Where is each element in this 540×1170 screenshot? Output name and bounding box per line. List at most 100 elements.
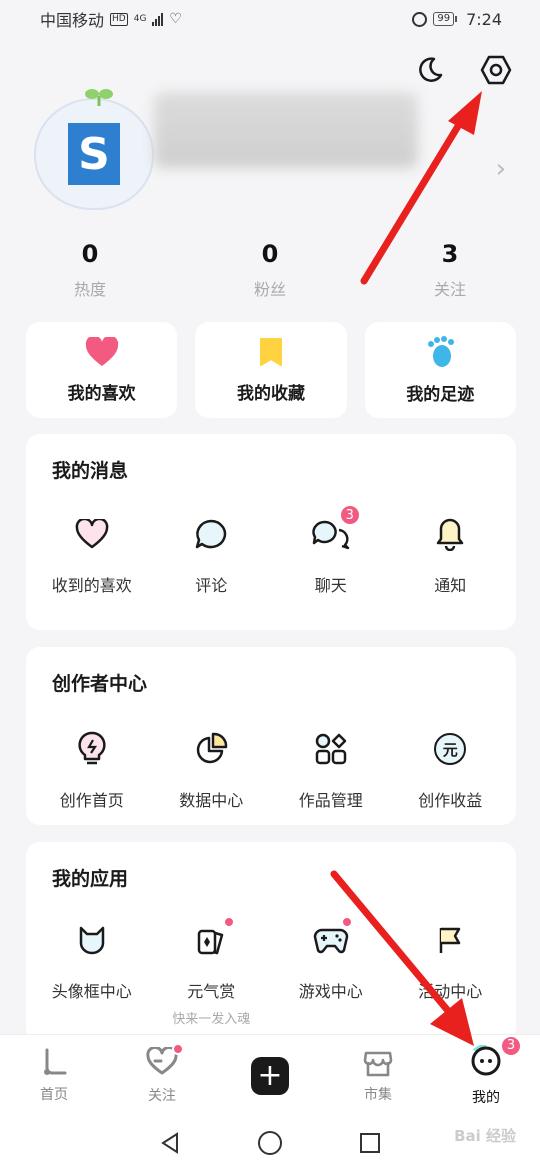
item-label: 活动中心 [418, 982, 483, 1001]
my-favorites-card[interactable]: 我的收藏 [195, 322, 347, 418]
username-blurred [154, 92, 418, 168]
profile-header[interactable]: S › [34, 82, 514, 212]
watermark: Bai 经验 [454, 1127, 516, 1145]
tab-me[interactable]: 3 我的 [432, 1034, 540, 1116]
health-heart-icon: ♡ [169, 11, 182, 27]
gamepad-icon [313, 928, 348, 954]
tab-label: 市集 [364, 1086, 392, 1103]
network-type: 4G [133, 14, 147, 24]
back-icon[interactable] [158, 1131, 182, 1155]
new-dot [223, 916, 236, 928]
chevron-right-icon[interactable]: › [496, 154, 506, 184]
footprint-icon [428, 335, 455, 367]
stat-label: 粉丝 [253, 280, 286, 299]
tab-publish[interactable]: + [216, 1035, 324, 1116]
item-label: 创作收益 [418, 791, 483, 810]
signal-icon [152, 12, 164, 26]
creator-panel: 创作者中心 创作首页 数据中心 作品管理 元 创作收益 [26, 647, 516, 825]
item-label: 评论 [195, 576, 228, 595]
stats-row: 0 热度 0 粉丝 3 关注 [0, 240, 540, 300]
me-face-icon [471, 1043, 501, 1075]
chat-item[interactable]: 3 聊天 [273, 504, 389, 596]
stat-label: 热度 [73, 280, 106, 299]
card-label: 我的足迹 [406, 384, 475, 405]
item-label: 创作首页 [59, 791, 124, 810]
bell-icon [437, 518, 464, 551]
bookmark-icon [259, 337, 282, 366]
tab-home[interactable]: 首页 [0, 1035, 108, 1116]
comment-icon [196, 519, 227, 549]
activity-center-item[interactable]: 活动中心 [392, 920, 508, 1027]
tab-label: 关注 [148, 1087, 176, 1104]
quick-links: 我的喜欢 我的收藏 我的足迹 [26, 322, 516, 418]
panel-title: 创作者中心 [52, 673, 148, 695]
game-center-item[interactable]: 游戏中心 [273, 916, 389, 1027]
battery-icon: 99 [433, 12, 457, 26]
cat-frame-icon [79, 926, 104, 955]
sprout-icon [85, 89, 113, 106]
item-label: 元气赏 [187, 982, 236, 1001]
new-dot [340, 916, 353, 928]
comments-item[interactable]: 评论 [153, 514, 269, 596]
item-label: 数据中心 [179, 791, 244, 810]
item-label: 收到的喜欢 [51, 576, 132, 595]
new-dot [172, 1042, 184, 1055]
flag-icon [440, 927, 461, 953]
card-label: 我的收藏 [236, 383, 305, 404]
bottom-tab-bar: 首页 关注 + 市集 3 我的 [0, 1034, 540, 1116]
panel-title: 我的应用 [52, 868, 129, 890]
works-management-item[interactable]: 作品管理 [273, 729, 389, 811]
heart-icon [85, 336, 118, 366]
tab-label: 我的 [472, 1089, 500, 1106]
my-footprints-card[interactable]: 我的足迹 [364, 322, 516, 418]
panel-title: 我的消息 [52, 460, 129, 482]
avatar[interactable]: S [34, 89, 154, 210]
lightbulb-icon [78, 731, 106, 765]
item-label: 聊天 [314, 576, 347, 595]
received-likes-item[interactable]: 收到的喜欢 [34, 514, 150, 596]
item-label: 游戏中心 [298, 982, 363, 1001]
avatar-logo: S [68, 123, 120, 185]
genki-reward-item[interactable]: 元气赏 快来一发入魂 [153, 916, 269, 1027]
tab-market[interactable]: 市集 [324, 1035, 432, 1116]
carrier-name: 中国移动 [40, 11, 105, 30]
apps-panel: 我的应用 头像框中心 元气赏 快来一发入魂 游戏中心 活动中心 [26, 842, 516, 1042]
plus-icon: + [251, 1056, 289, 1095]
item-sublabel: 快来一发入魂 [172, 1012, 251, 1027]
stat-heat[interactable]: 0 热度 [0, 240, 180, 300]
status-bar: 中国移动 HD 4G ♡ 99 7:24 [0, 0, 540, 38]
notifications-item[interactable]: 通知 [392, 514, 508, 596]
moon-icon [419, 57, 443, 82]
tab-label: 首页 [40, 1086, 68, 1103]
stat-label: 关注 [433, 280, 466, 299]
alarm-icon [412, 11, 428, 27]
item-label: 头像框中心 [51, 982, 132, 1001]
clock-time: 7:24 [466, 9, 502, 29]
stat-following[interactable]: 3 关注 [360, 240, 540, 300]
cards-icon [198, 929, 224, 955]
pie-chart-icon [197, 732, 228, 764]
creator-earnings-item[interactable]: 元 创作收益 [392, 729, 508, 811]
avatar-frame-center-item[interactable]: 头像框中心 [34, 920, 150, 1027]
messages-panel: 我的消息 收到的喜欢 评论 3 聊天 通知 [26, 434, 516, 630]
tab-follow[interactable]: 关注 [108, 1035, 216, 1116]
home-icon [44, 1048, 67, 1075]
item-label: 作品管理 [298, 791, 363, 810]
my-likes-card[interactable]: 我的喜欢 [26, 322, 178, 418]
chat-badge: 3 [338, 504, 361, 526]
heart-outline-icon [75, 519, 109, 549]
stat-value: 0 [261, 240, 279, 268]
card-label: 我的喜欢 [67, 383, 136, 404]
stat-value: 3 [441, 240, 459, 268]
data-center-item[interactable]: 数据中心 [153, 729, 269, 811]
yuan-coin-icon: 元 [434, 733, 467, 765]
stat-fans[interactable]: 0 粉丝 [180, 240, 360, 300]
home-circle-icon[interactable] [257, 1130, 283, 1156]
hd-badge: HD [110, 12, 128, 26]
creator-home-item[interactable]: 创作首页 [34, 729, 150, 811]
stat-value: 0 [81, 240, 99, 268]
apps-grid-icon [315, 733, 346, 765]
recents-square-icon[interactable] [358, 1131, 382, 1155]
item-label: 通知 [434, 576, 467, 595]
shop-icon [363, 1051, 393, 1076]
